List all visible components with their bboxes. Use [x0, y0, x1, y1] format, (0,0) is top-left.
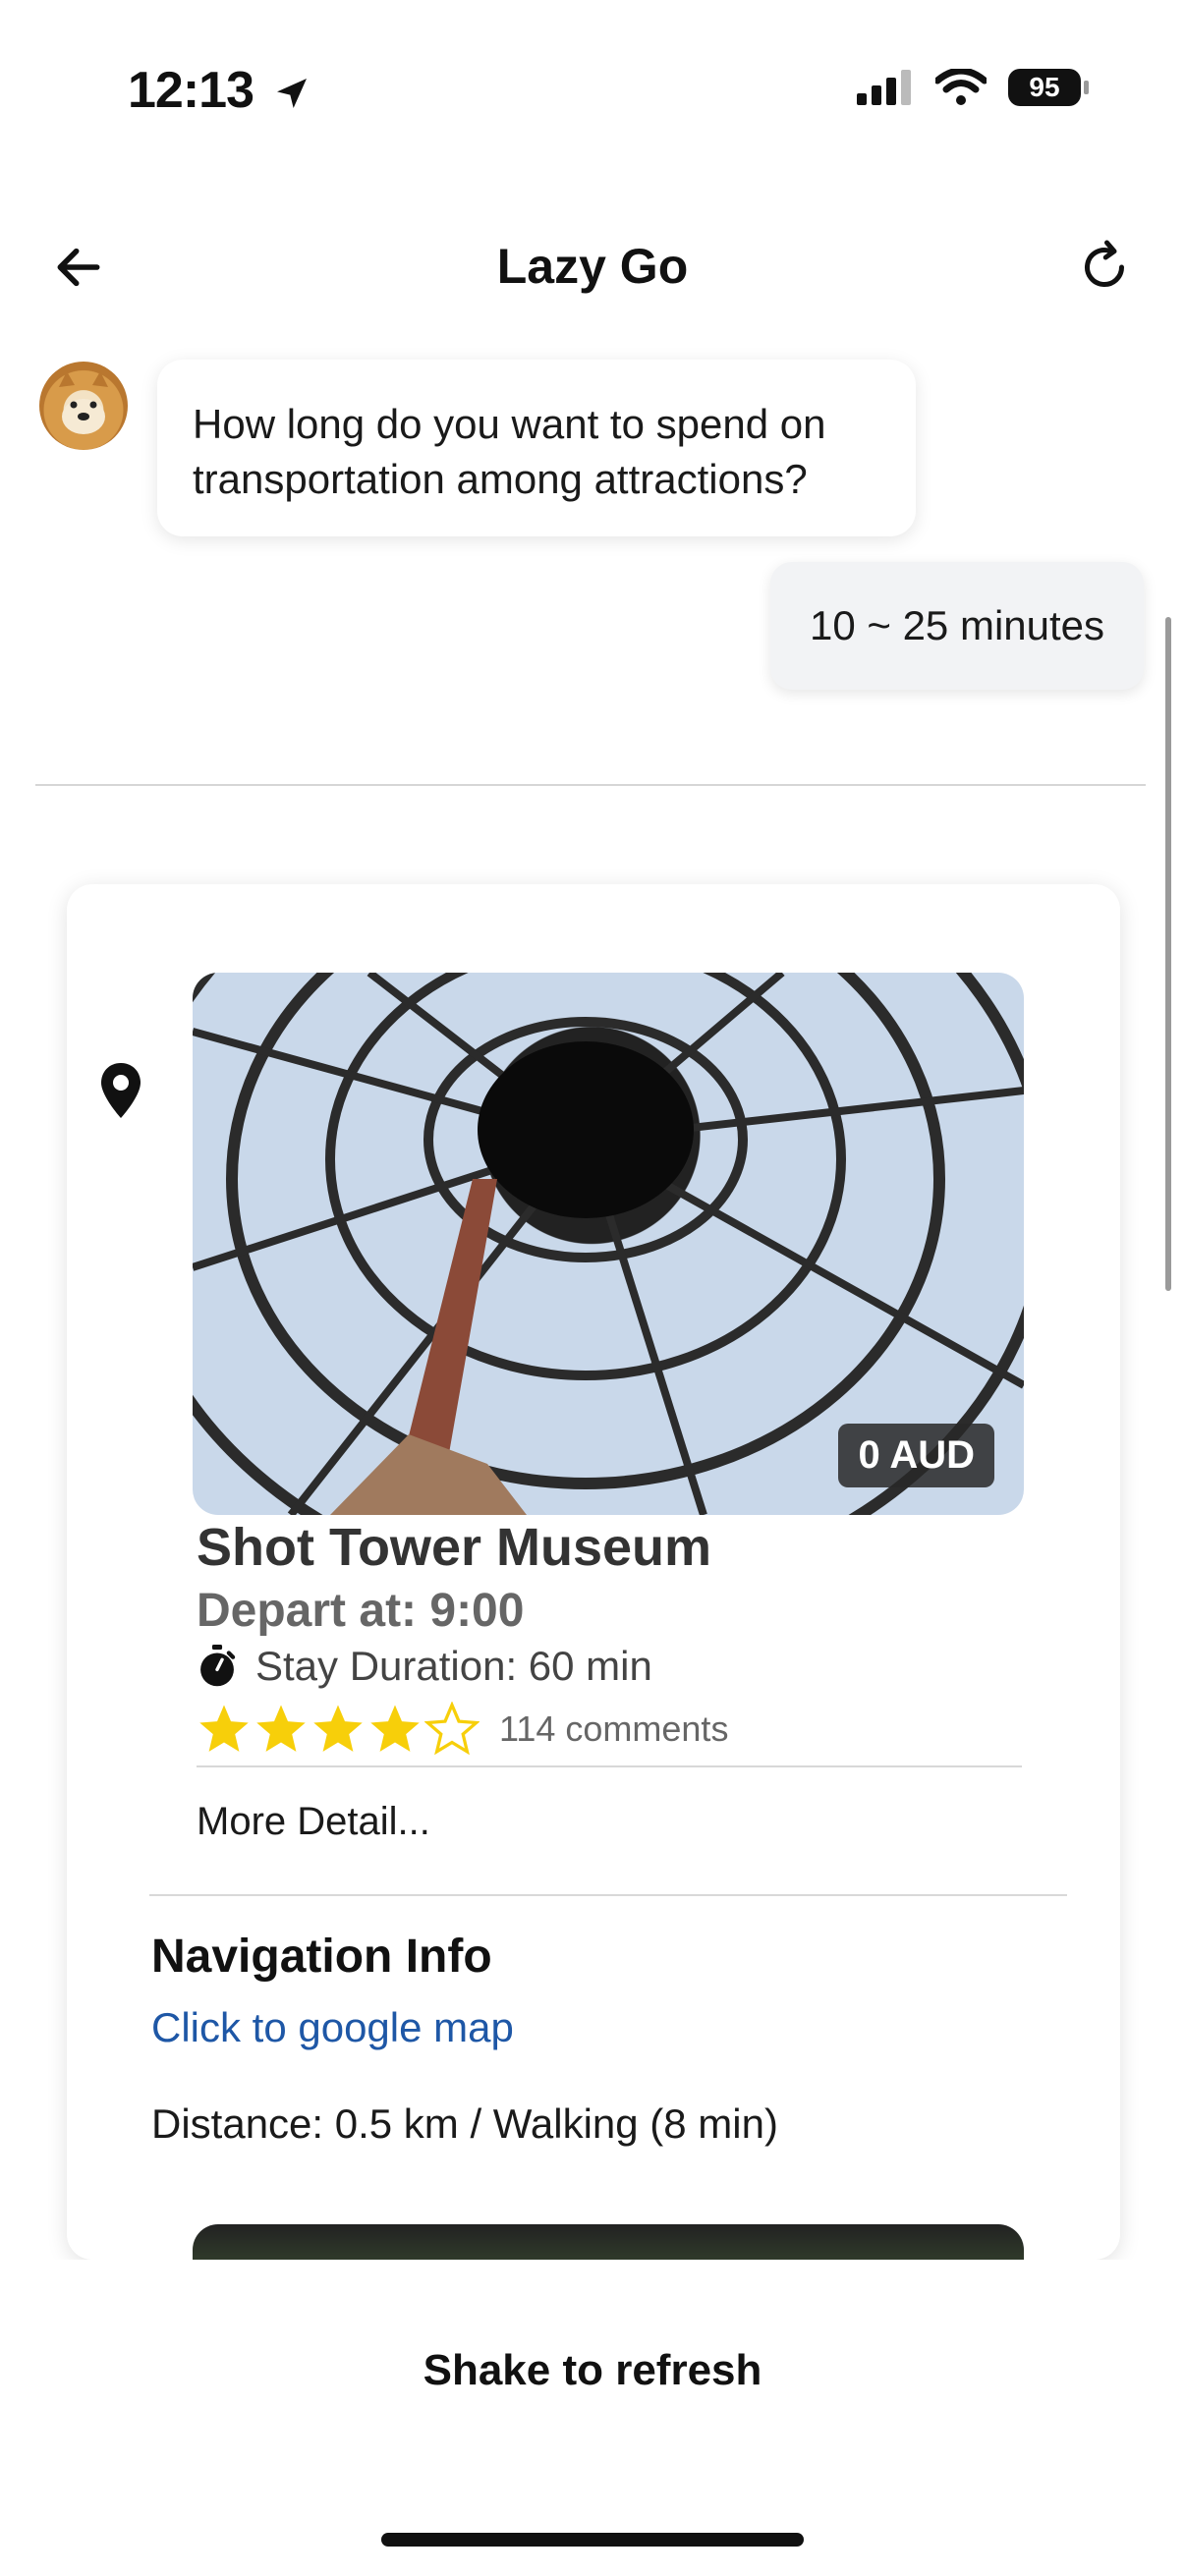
bot-message-text: How long do you want to spend on transpo… — [193, 401, 826, 502]
star-rating — [197, 1702, 480, 1757]
star-filled-icon — [370, 1705, 420, 1752]
star-empty-icon — [424, 1702, 480, 1756]
attraction-name: Shot Tower Museum — [197, 1518, 712, 1577]
battery-icon: 95 — [1008, 69, 1089, 106]
next-attraction-photo[interactable] — [193, 2224, 1024, 2260]
distance-text: Distance: 0.5 km / Walking (8 min) — [151, 2100, 778, 2147]
status-indicators: 95 — [857, 69, 1089, 106]
scrollbar[interactable] — [1165, 617, 1171, 1291]
doge-face-icon — [59, 371, 108, 434]
star-filled-icon — [313, 1705, 363, 1752]
home-indicator[interactable] — [381, 2533, 804, 2547]
price-badge: 0 AUD — [838, 1424, 994, 1487]
more-detail-link[interactable]: More Detail... — [197, 1800, 430, 1844]
star-filled-icon — [256, 1705, 306, 1752]
user-message-bubble: 10 ~ 25 minutes — [770, 562, 1144, 690]
star-filled-icon — [199, 1705, 249, 1752]
battery-level: 95 — [1029, 72, 1060, 102]
stay-duration-row: Stay Duration: 60 min — [197, 1643, 652, 1690]
depart-time: Depart at: 9:00 — [197, 1585, 525, 1637]
location-arrow-icon — [277, 79, 308, 109]
time-label: 12:13 — [128, 62, 254, 119]
google-map-link[interactable]: Click to google map — [151, 2004, 514, 2051]
rating-row: 114 comments — [197, 1702, 728, 1757]
page-title: Lazy Go — [496, 239, 689, 294]
stay-duration-text: Stay Duration: 60 min — [255, 1643, 652, 1689]
navigation-info-title: Navigation Info — [151, 1931, 492, 1983]
bot-avatar — [39, 362, 128, 450]
divider — [149, 1894, 1067, 1896]
bot-message-bubble: How long do you want to spend on transpo… — [157, 360, 916, 536]
comments-count[interactable]: 114 comments — [499, 1708, 728, 1750]
user-message-text: 10 ~ 25 minutes — [809, 602, 1105, 648]
shake-to-refresh-label: Shake to refresh — [423, 2346, 762, 2394]
signal-icon — [857, 70, 911, 105]
attraction-photo[interactable]: 0 AUD — [193, 973, 1024, 1515]
bottom-bar — [0, 2260, 1185, 2576]
location-pin-icon — [101, 1063, 141, 1118]
wifi-icon — [935, 69, 987, 105]
status-time: 12:13 — [128, 61, 311, 120]
divider — [35, 784, 1146, 786]
refresh-icon[interactable] — [1075, 238, 1134, 297]
stopwatch-icon — [200, 1645, 236, 1687]
divider — [197, 1765, 1022, 1767]
